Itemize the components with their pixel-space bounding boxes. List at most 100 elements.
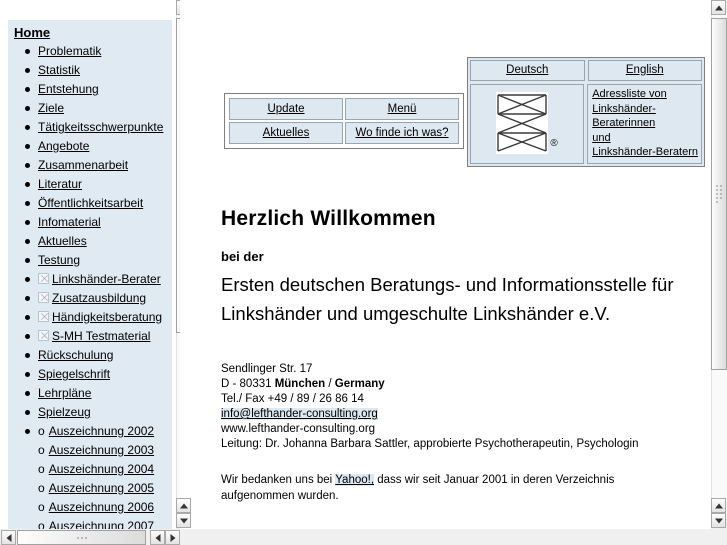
- sidebar-item-infomaterial[interactable]: Infomaterial: [16, 213, 172, 232]
- language-button-english[interactable]: English: [587, 60, 702, 81]
- sidebar-item-label[interactable]: Auszeichnung 2004: [49, 462, 154, 476]
- address-city-separator: /: [325, 378, 335, 390]
- sidebar-item-auszeichnung-2004[interactable]: o Auszeichnung 2004: [16, 460, 172, 479]
- sidebar-item-label[interactable]: Problematik: [38, 44, 101, 58]
- sidebar-item-literatur[interactable]: Literatur: [16, 175, 172, 194]
- sidebar-item-entstehung[interactable]: Entstehung: [16, 80, 172, 99]
- sidebar-item-zusatzausbildung[interactable]: Zusatzausbildung: [16, 289, 172, 308]
- sidebar-item-auszeichnung-2005[interactable]: o Auszeichnung 2005: [16, 479, 172, 498]
- chevron-down-icon: [179, 518, 188, 523]
- sidebar-window-scroll-down-button[interactable]: [176, 513, 191, 528]
- sidebar-item-ffentlichkeitsarbeit[interactable]: Öffentlichkeitsarbeit: [16, 194, 172, 213]
- list-marker-o: o: [38, 443, 45, 457]
- sidebar-item-label[interactable]: Auszeichnung 2007: [49, 519, 154, 529]
- sidebar-item-label[interactable]: Öffentlichkeitsarbeit: [38, 196, 143, 210]
- language-button-deutsch-link[interactable]: Deutsch: [506, 64, 548, 76]
- sidebar-item-aktuelles[interactable]: Aktuelles: [16, 232, 172, 251]
- language-button-english-link[interactable]: English: [626, 64, 664, 76]
- sidebar-item-label[interactable]: Linkshänder-Berater: [52, 272, 161, 286]
- sidebar-item-angebote[interactable]: Angebote: [16, 137, 172, 156]
- broken-image-icon: [38, 273, 49, 284]
- chevron-up-icon: [714, 5, 723, 10]
- page-title: Herzlich Willkommen: [221, 207, 436, 230]
- adressliste-link-line1[interactable]: Adressliste von: [592, 87, 698, 102]
- language-button-deutsch[interactable]: Deutsch: [470, 60, 585, 81]
- sidebar-item-label[interactable]: Ziele: [38, 101, 64, 115]
- sidebar-item-h-ndigkeitsberatung[interactable]: Händigkeitsberatung: [16, 308, 172, 327]
- sidebar-item-label[interactable]: Lehrpläne: [38, 386, 91, 400]
- sidebar-item-lehrpl-ne[interactable]: Lehrpläne: [16, 384, 172, 403]
- sidebar-item-spiegelschrift[interactable]: Spiegelschrift: [16, 365, 172, 384]
- scroll-left-button[interactable]: [1, 530, 16, 545]
- nav-button-menu-link[interactable]: Menü: [388, 103, 417, 115]
- adressliste-link-line2[interactable]: Linkshänder-: [592, 102, 698, 117]
- adressliste-link-line5[interactable]: Linkshänder-Beratern: [592, 145, 698, 160]
- sidebar-item-label[interactable]: Infomaterial: [38, 215, 101, 229]
- nav-button-update-link[interactable]: Update: [267, 103, 304, 115]
- sidebar-item-label[interactable]: Zusammenarbeit: [38, 158, 128, 172]
- sidebar-item-label[interactable]: Entstehung: [38, 82, 99, 96]
- sidebar-item-label[interactable]: Spielzeug: [38, 405, 91, 419]
- email-link[interactable]: info@lefthander-consulting.org: [221, 408, 378, 420]
- address-city-prefix: D - 80331: [221, 378, 275, 390]
- nav-button-aktuelles[interactable]: Aktuelles: [229, 122, 343, 144]
- sidebar-item-label[interactable]: Spiegelschrift: [38, 367, 110, 381]
- adressliste-link-line4[interactable]: und: [592, 131, 698, 146]
- sidebar-item-auszeichnung-2003[interactable]: o Auszeichnung 2003: [16, 441, 172, 460]
- sidebar-item-spielzeug[interactable]: Spielzeug: [16, 403, 172, 422]
- sidebar-item-label[interactable]: Tätigkeitsschwerpunkte: [38, 120, 163, 134]
- chevron-up-icon: [714, 503, 723, 508]
- sidebar-item-label[interactable]: Auszeichnung 2006: [49, 500, 154, 514]
- nav-button-wo-finde-ich-was-link[interactable]: Wo finde ich was?: [355, 127, 448, 139]
- horizontal-scrollbar[interactable]: [0, 529, 727, 545]
- sidebar-item-label[interactable]: Testung: [38, 253, 80, 267]
- sidebar-item-label[interactable]: Zusatzausbildung: [52, 291, 146, 305]
- sidebar-item-label[interactable]: Aktuelles: [38, 234, 87, 248]
- sidebar-item-r-ckschulung[interactable]: Rückschulung: [16, 346, 172, 365]
- frame-scroll-right-button[interactable]: [165, 530, 180, 545]
- sidebar-item-statistik[interactable]: Statistik: [16, 61, 172, 80]
- contact-address-block: Sendlinger Str. 17 D - 80331 München / G…: [221, 362, 691, 452]
- registered-trademark-icon: ®: [550, 137, 558, 149]
- sidebar-item-label[interactable]: Auszeichnung 2005: [49, 481, 154, 495]
- sidebar-item-auszeichnung-2007[interactable]: o Auszeichnung 2007: [16, 517, 172, 529]
- sidebar-item-ziele[interactable]: Ziele: [16, 99, 172, 118]
- sidebar-window-scroll-up-button[interactable]: [176, 498, 191, 513]
- content-scroll-up-button[interactable]: [711, 0, 726, 15]
- yahoo-link[interactable]: Yahoo!,: [335, 474, 375, 486]
- sidebar-item-label[interactable]: Rückschulung: [38, 348, 113, 362]
- adressliste-link-cell[interactable]: Adressliste von Linkshänder- Beraterinne…: [587, 84, 702, 164]
- language-selector-row: Deutsch English: [470, 60, 702, 81]
- content-vertical-scrollbar[interactable]: [711, 0, 727, 529]
- frame-scroll-left-button[interactable]: [150, 530, 165, 545]
- list-marker-o: o: [38, 481, 45, 495]
- content-scroll-thumb[interactable]: [711, 18, 727, 370]
- sidebar-item-label[interactable]: S-MH Testmaterial: [52, 329, 150, 343]
- sidebar-item-label[interactable]: Auszeichnung 2002: [49, 424, 154, 438]
- window-scroll-up-button[interactable]: [711, 498, 726, 513]
- sidebar-item-home[interactable]: Home: [8, 20, 172, 42]
- sidebar-item-testung[interactable]: Testung: [16, 251, 172, 270]
- sidebar-item-problematik[interactable]: Problematik: [16, 42, 172, 61]
- nav-button-menu[interactable]: Menü: [345, 98, 459, 120]
- nav-button-update[interactable]: Update: [229, 98, 343, 120]
- list-marker-o: o: [38, 500, 45, 514]
- sidebar-item-label[interactable]: Literatur: [38, 177, 82, 191]
- sidebar-item-s-mh-testmaterial[interactable]: S-MH Testmaterial: [16, 327, 172, 346]
- main-content-text: Herzlich Willkommen bei der Ersten deuts…: [221, 207, 691, 504]
- sidebar-item-label[interactable]: Händigkeitsberatung: [52, 310, 162, 324]
- sidebar-item-auszeichnung-2002[interactable]: o Auszeichnung 2002: [16, 422, 172, 441]
- nav-button-aktuelles-link[interactable]: Aktuelles: [263, 127, 310, 139]
- sidebar-item-label[interactable]: Angebote: [38, 139, 89, 153]
- sidebar-item-t-tigkeitsschwerpunkte[interactable]: Tätigkeitsschwerpunkte: [16, 118, 172, 137]
- horizontal-scroll-thumb[interactable]: [17, 530, 146, 545]
- nav-button-wo-finde-ich-was[interactable]: Wo finde ich was?: [345, 122, 459, 144]
- sidebar-item-zusammenarbeit[interactable]: Zusammenarbeit: [16, 156, 172, 175]
- sidebar-item-linksh-nder-berater[interactable]: Linkshänder-Berater: [16, 270, 172, 289]
- broken-image-icon: [38, 311, 49, 322]
- adressliste-link-line3[interactable]: Beraterinnen: [592, 116, 698, 131]
- sidebar-item-label[interactable]: Auszeichnung 2003: [49, 443, 154, 457]
- window-scroll-down-button[interactable]: [711, 513, 726, 528]
- sidebar-item-label[interactable]: Statistik: [38, 63, 80, 77]
- sidebar-item-auszeichnung-2006[interactable]: o Auszeichnung 2006: [16, 498, 172, 517]
